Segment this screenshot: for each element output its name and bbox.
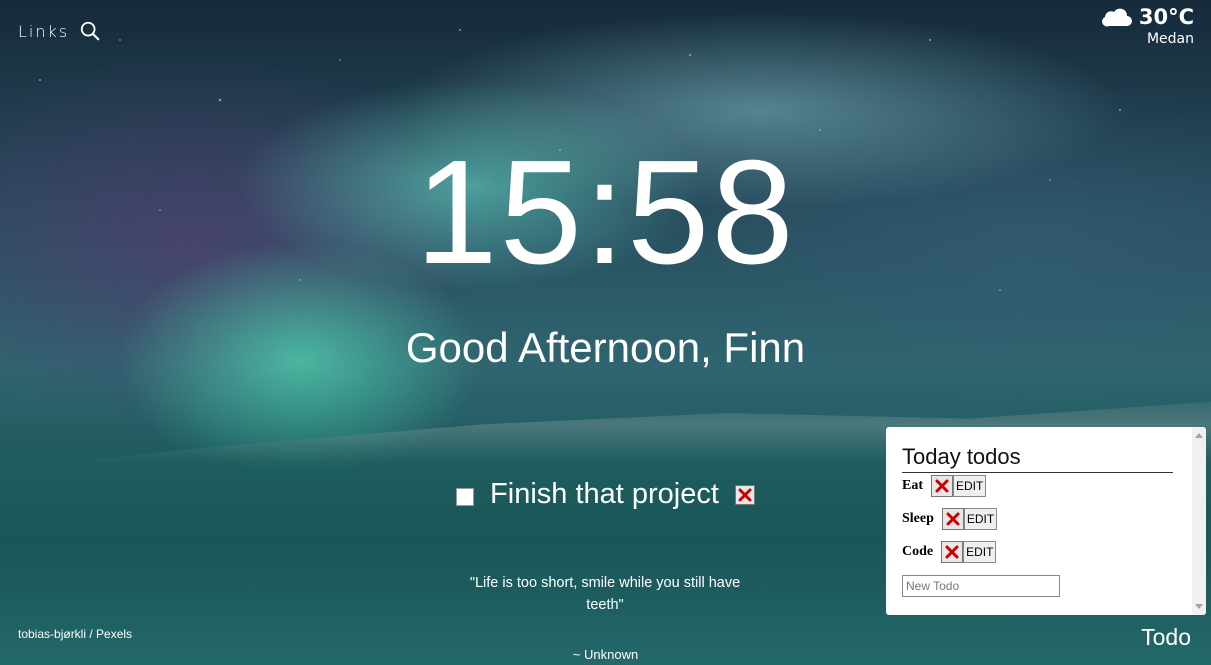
focus-checkbox[interactable] (456, 487, 475, 506)
quote-author: ~ Unknown (572, 647, 639, 662)
todo-edit-button[interactable]: EDIT (953, 475, 987, 497)
close-icon (946, 512, 960, 526)
todo-edit-button[interactable]: EDIT (963, 541, 997, 563)
todo-edit-button[interactable]: EDIT (963, 508, 998, 530)
todo-item-label: Eat (902, 478, 923, 493)
weather-widget: 30°C Medan (1101, 5, 1194, 47)
close-icon (945, 545, 959, 559)
todo-scrollbar[interactable] (1192, 427, 1206, 615)
todo-item: Eat EDIT (902, 475, 1173, 497)
todo-item-label: Sleep (902, 511, 934, 526)
photo-credit-link[interactable]: tobias-bjørkli / Pexels (18, 627, 132, 641)
quote-text: "Life is too short, smile while you stil… (469, 575, 741, 613)
todo-panel: Today todos Eat EDIT Sleep EDIT Code EDI… (886, 427, 1206, 615)
close-icon (738, 488, 752, 501)
scroll-down-arrow-icon[interactable] (1195, 604, 1203, 609)
links-bar: Links (18, 20, 101, 42)
todo-delete-button[interactable] (931, 475, 953, 497)
search-icon[interactable] (79, 20, 101, 42)
scroll-up-arrow-icon[interactable] (1195, 433, 1203, 438)
cloud-icon (1101, 8, 1132, 27)
new-todo-input[interactable] (902, 575, 1060, 597)
todo-item-label: Code (902, 544, 934, 559)
todo-item: Code EDIT (902, 541, 1173, 563)
close-icon (935, 479, 949, 493)
greeting-text: Good Afternoon, Finn (405, 324, 806, 371)
todo-delete-button[interactable] (941, 541, 964, 563)
clock-time: 15:58 (415, 130, 796, 295)
todo-delete-button[interactable] (941, 508, 964, 530)
focus-delete-button[interactable] (734, 484, 755, 505)
weather-temperature: 30°C (1138, 5, 1194, 29)
todo-toggle-button[interactable]: Todo (1141, 624, 1191, 651)
weather-city: Medan (1146, 31, 1194, 47)
todo-item: Sleep EDIT (902, 508, 1173, 530)
todo-panel-title: Today todos (902, 443, 1173, 473)
links-button[interactable]: Links (18, 22, 69, 41)
focus-text: Finish that project (490, 478, 719, 510)
